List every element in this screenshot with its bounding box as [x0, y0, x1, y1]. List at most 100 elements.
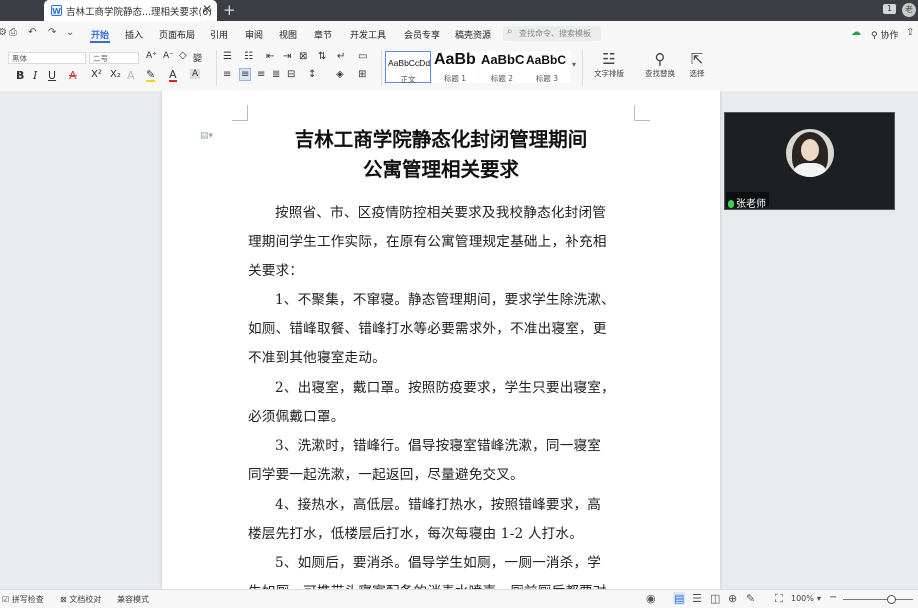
borders-icon[interactable]: ⊞ — [358, 69, 366, 80]
select-label: 选择 — [689, 69, 705, 78]
align-center-icon[interactable]: ≡ — [239, 68, 252, 81]
text-layout-button[interactable]: ☳ 文字排版 — [587, 50, 631, 79]
char-shading-icon[interactable]: A — [190, 69, 201, 79]
window-count-badge[interactable]: 1 — [883, 4, 896, 14]
ribbon-separator — [582, 50, 583, 86]
body-line: 3、洗漱时，错峰行。倡导按寝室错峰洗漱，同一寝室 — [275, 438, 602, 454]
cloud-sync-icon[interactable]: ☁ — [851, 27, 861, 38]
text-effect-icon[interactable]: A — [127, 69, 135, 82]
menu-view[interactable]: 视图 — [279, 28, 297, 41]
write-mode-icon[interactable]: ✎ — [746, 592, 755, 605]
reading-view-icon[interactable]: ◫ — [710, 592, 720, 605]
outline-view-icon[interactable]: ☰ — [692, 592, 702, 605]
decrease-indent-icon[interactable]: ⇤ — [266, 51, 274, 62]
sort-icon[interactable]: ⇅ — [318, 51, 326, 62]
settings-icon[interactable]: ⚙ — [0, 27, 7, 38]
menu-page-layout[interactable]: 页面布局 — [159, 28, 195, 41]
chinese-layout-icon[interactable]: ⊠ — [299, 51, 307, 62]
shrink-font-icon[interactable]: A⁻ — [163, 51, 174, 61]
customize-chevron-icon[interactable]: ⌄ — [66, 27, 74, 38]
select-button[interactable]: ⇱ 选择 — [682, 50, 712, 79]
participant-name-bar: 张老师 — [726, 192, 769, 210]
print-preview-icon[interactable]: ⎙ — [9, 27, 17, 38]
grow-font-icon[interactable]: A⁺ — [146, 51, 157, 61]
find-replace-label: 查找替换 — [645, 69, 675, 78]
body-line: 理期间学生工作实际，在原有公寓管理规定基础上，补充相 — [248, 234, 607, 250]
body-line: 生如厕，可携带头寝室配备的消毒水喷壶，厕前厕后都要对 — [248, 580, 640, 589]
collaborate-button[interactable]: ⚲ 协作 — [871, 28, 898, 41]
share-icon[interactable]: ⇪ — [906, 27, 914, 38]
clear-format-icon[interactable]: ◇ — [179, 50, 187, 61]
fit-page-icon[interactable]: ⛶ — [775, 592, 783, 606]
compat-mode-label: 兼容模式 — [117, 595, 149, 604]
font-color-icon[interactable]: A — [169, 69, 177, 82]
body-line: 必须佩戴口罩。 — [248, 409, 345, 425]
italic-icon[interactable]: I — [33, 69, 37, 82]
menu-review[interactable]: 审阅 — [245, 28, 263, 41]
page-view-icon[interactable]: ▤ — [673, 592, 686, 605]
document-page[interactable]: ▤▾ 吉林工商学院静态化封闭管理期间 公寓管理相关要求 按照省、市、区疫情防控相… — [162, 91, 720, 589]
search-icon: ⌕ — [507, 26, 513, 37]
style-heading-1[interactable]: AaBb 标题 1 — [432, 51, 478, 83]
distributed-align-icon[interactable]: ⊟ — [287, 69, 295, 80]
style-heading-3[interactable]: AaBbC 标题 3 — [524, 51, 570, 83]
menu-developer[interactable]: 开发工具 — [350, 28, 386, 41]
ribbon-separator — [381, 50, 382, 86]
justify-icon[interactable]: ≣ — [272, 69, 280, 80]
active-menu-indicator — [90, 41, 110, 43]
style-heading-2-sample: AaBbC — [481, 52, 525, 67]
eye-protection-icon[interactable]: ◉ — [646, 592, 656, 605]
new-tab-icon[interactable]: + — [223, 1, 236, 19]
style-heading-2-label: 标题 2 — [490, 74, 514, 83]
user-avatar[interactable]: 老 — [902, 3, 916, 17]
find-replace-button[interactable]: ⚲ 查找替换 — [638, 50, 682, 79]
command-search-input[interactable]: ⌕ 查找命令、搜索模板 — [503, 26, 601, 41]
menu-home[interactable]: 开始 — [91, 28, 109, 41]
style-heading-2[interactable]: AaBbC 标题 2 — [479, 51, 525, 83]
close-tab-icon[interactable]: ✕ — [202, 2, 212, 16]
increase-indent-icon[interactable]: ⇥ — [283, 51, 291, 62]
video-tile[interactable]: 张老师 — [724, 112, 895, 210]
zoom-slider[interactable] — [843, 599, 913, 600]
shading-icon[interactable]: ◈ — [336, 69, 344, 80]
zoom-level[interactable]: 100% — [791, 594, 814, 603]
line-spacing-icon[interactable]: ↕ — [308, 69, 316, 80]
subscript-icon[interactable]: X₂ — [110, 69, 121, 80]
spell-check-label: 拼写检查 — [11, 595, 44, 604]
menu-chapter[interactable]: 章节 — [314, 28, 332, 41]
ribbon-toolbar: 黑体 二号 A⁺ A⁻ ◇ 變 B I U A X² X₂ A ✎ A A ☰ … — [0, 46, 918, 92]
highlight-icon[interactable]: ✎ — [146, 69, 156, 82]
zoom-dropdown-icon[interactable]: ▾ — [817, 594, 821, 603]
superscript-icon[interactable]: X² — [91, 69, 102, 80]
web-view-icon[interactable]: ⊕ — [728, 592, 737, 605]
numbered-list-icon[interactable]: ☷ — [244, 51, 253, 62]
menu-references[interactable]: 引用 — [210, 28, 228, 41]
zoom-slider-handle[interactable] — [887, 595, 896, 604]
menu-resources[interactable]: 稿壳资源 — [455, 28, 491, 41]
paragraph-mark-icon[interactable]: ↵ — [337, 51, 345, 62]
bold-icon[interactable]: B — [16, 69, 24, 82]
body-line: 同学要一起洗漱，一起返回，尽量避免交叉。 — [248, 467, 524, 483]
style-normal[interactable]: AaBbCcDd 正文 — [385, 51, 431, 84]
style-heading-1-sample: AaBb — [434, 51, 476, 68]
status-bar: ☑ 拼写检查 ⊠ 文档校对 兼容模式 ◉ ▤ ☰ ◫ ⊕ ✎ ⛶ 100% ▾ … — [0, 589, 918, 608]
font-name-select[interactable]: 黑体 — [8, 52, 86, 64]
redo-icon[interactable]: ↷ — [48, 27, 56, 38]
zoom-out-icon[interactable]: − — [829, 592, 837, 603]
doc-proof-button[interactable]: ⊠ 文档校对 — [60, 594, 101, 605]
spell-check-toggle[interactable]: ☑ 拼写检查 — [2, 594, 44, 605]
align-left-icon[interactable]: ≡ — [223, 69, 231, 80]
undo-icon[interactable]: ↶ — [28, 27, 36, 38]
phonetic-guide-icon[interactable]: 變 — [193, 51, 202, 64]
menu-member[interactable]: 会员专享 — [404, 28, 440, 41]
document-tab[interactable]: W 吉林工商学院静态...理相关要求(6) ✕ — [44, 0, 217, 21]
table-grid-icon[interactable]: ▭ — [358, 51, 367, 62]
styles-more-icon[interactable]: ▾ — [572, 60, 576, 69]
strikethrough-icon[interactable]: A — [69, 69, 77, 82]
bullet-list-icon[interactable]: ☰ — [223, 51, 232, 62]
align-right-icon[interactable]: ≡ — [257, 69, 265, 80]
underline-icon[interactable]: U — [48, 69, 56, 82]
crop-mark-top-right — [634, 105, 650, 121]
font-size-select[interactable]: 二号 — [89, 52, 139, 64]
menu-insert[interactable]: 插入 — [125, 28, 143, 41]
